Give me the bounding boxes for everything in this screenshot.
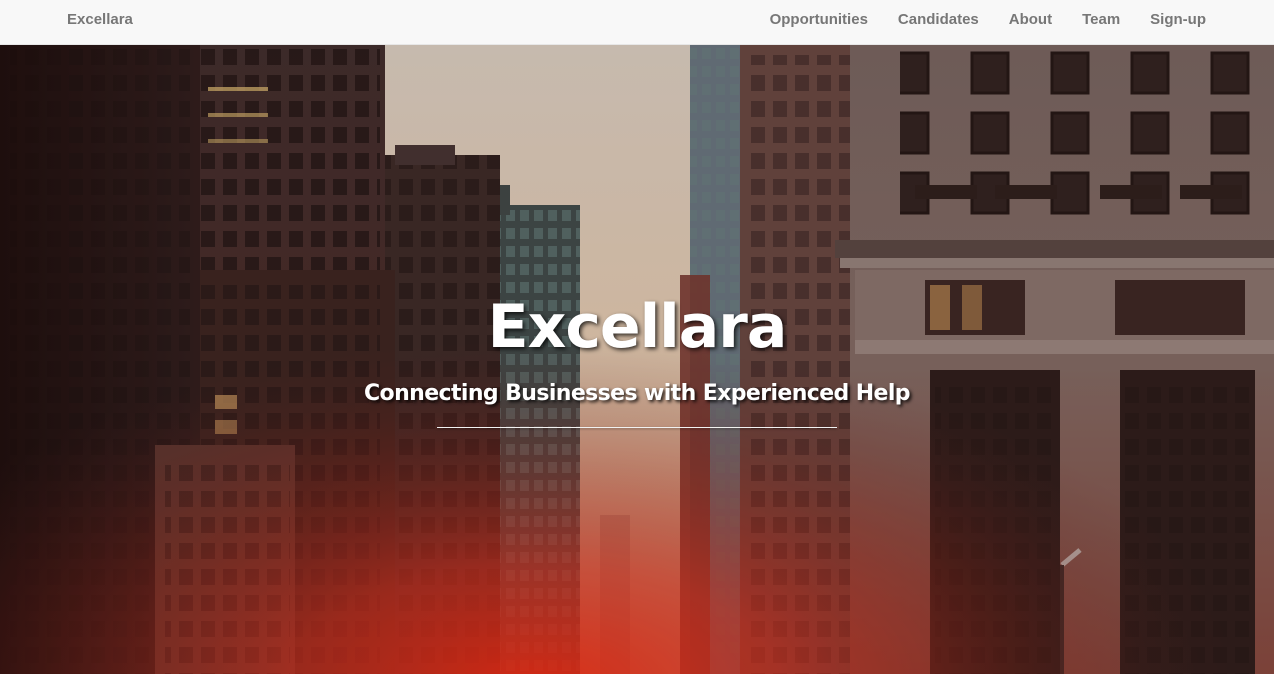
brand-link[interactable]: Excellara: [67, 11, 133, 29]
hero-section: Excellara Connecting Businesses with Exp…: [0, 45, 1274, 674]
top-navbar: Excellara Opportunities Candidates About…: [0, 0, 1274, 45]
nav-link-team[interactable]: Team: [1082, 11, 1120, 29]
hero-subtitle: Connecting Businesses with Experienced H…: [364, 381, 911, 406]
hero-divider: [437, 427, 837, 428]
nav-link-opportunities[interactable]: Opportunities: [770, 11, 868, 29]
nav-link-about[interactable]: About: [1009, 11, 1052, 29]
nav-links: Opportunities Candidates About Team Sign…: [770, 11, 1206, 29]
hero-title: Excellara: [487, 292, 788, 362]
nav-link-candidates[interactable]: Candidates: [898, 11, 979, 29]
nav-link-sign-up[interactable]: Sign-up: [1150, 11, 1206, 29]
